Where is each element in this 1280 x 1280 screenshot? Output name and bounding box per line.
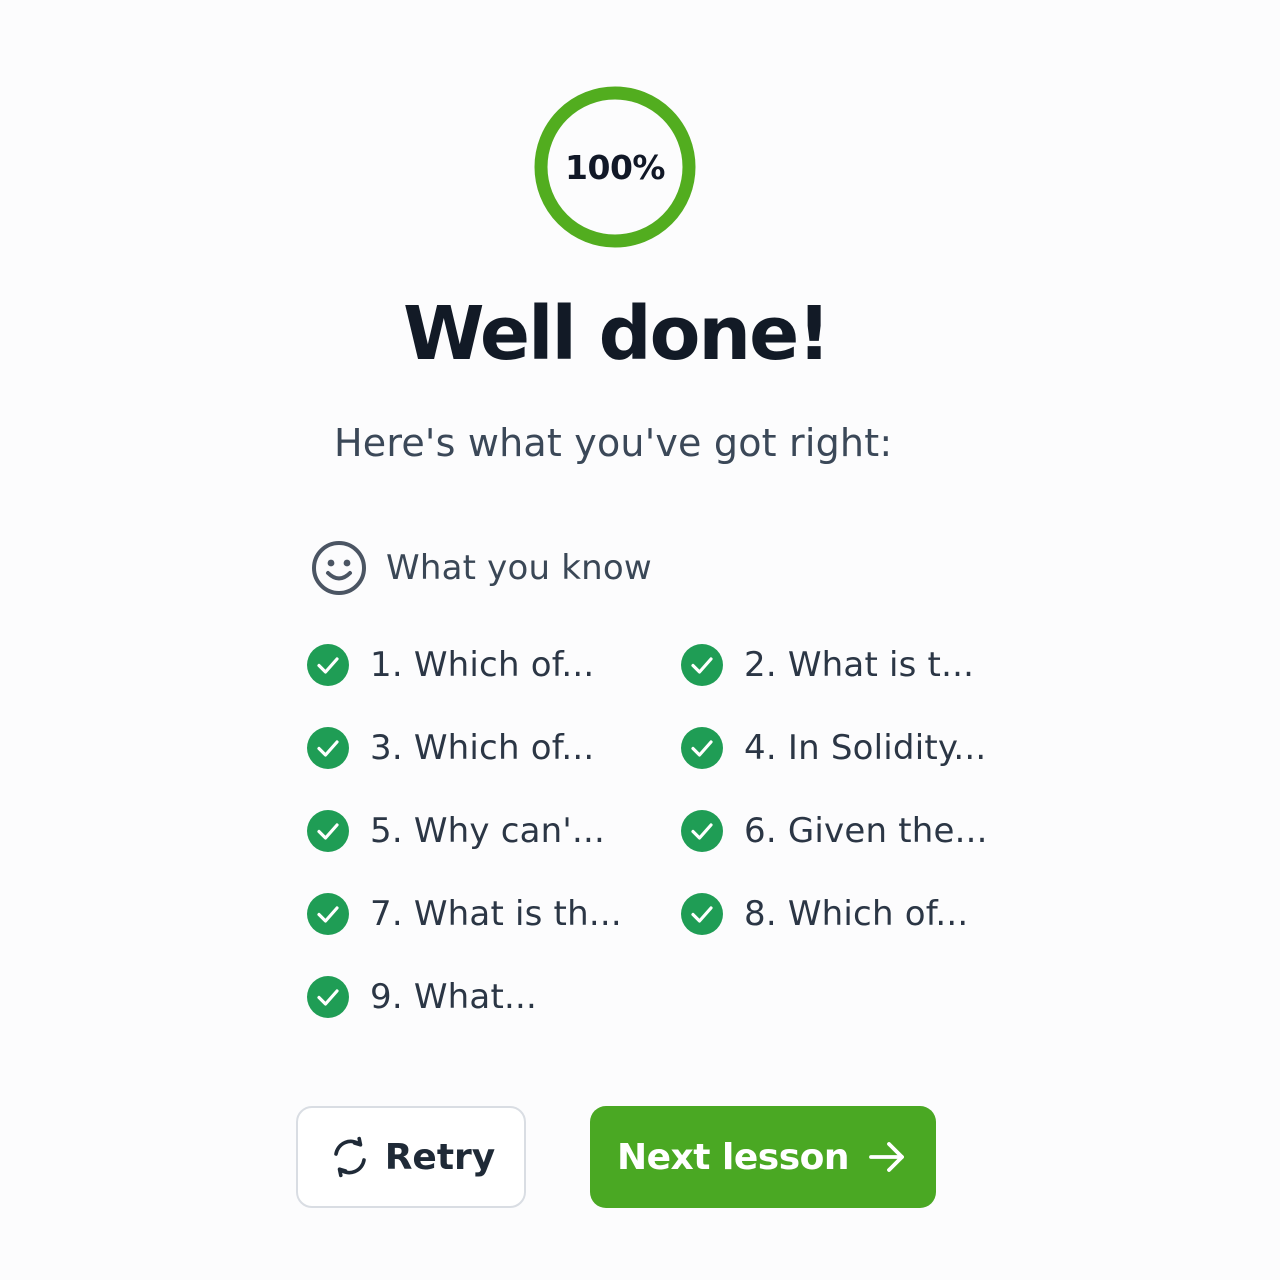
list-item[interactable]: 2. What is t...: [680, 640, 974, 690]
list-item-label: 3. Which of...: [370, 728, 595, 768]
list-item-label: 2. What is t...: [744, 645, 975, 685]
refresh-icon: [333, 1136, 366, 1178]
score-ring: 100%: [532, 84, 698, 250]
check-circle-icon: [307, 727, 349, 769]
quiz-result-page: 100% Well done! Here's what you've got r…: [0, 0, 1280, 1280]
check-circle-icon: [307, 976, 349, 1018]
page-subtitle: Here's what you've got right:: [334, 421, 893, 465]
page-title: Well done!: [402, 291, 831, 377]
list-item[interactable]: 1. Which of...: [306, 640, 594, 690]
check-circle-icon: [681, 727, 723, 769]
retry-button-label: Retry: [384, 1136, 496, 1178]
arrow-right-icon: [869, 1142, 904, 1172]
check-circle-icon: [307, 810, 349, 852]
check-circle-icon: [307, 893, 349, 935]
list-item-label: 7. What is th...: [370, 894, 622, 934]
list-item[interactable]: 7. What is th...: [306, 889, 622, 939]
smile-icon: [312, 541, 366, 595]
check-circle-icon: [681, 644, 723, 686]
list-item-label: 5. Why can'...: [370, 811, 605, 851]
list-item[interactable]: 8. Which of...: [680, 889, 968, 939]
retry-button[interactable]: Retry: [296, 1106, 526, 1208]
list-item[interactable]: 6. Given the...: [680, 806, 988, 856]
next-lesson-button-label: Next lesson: [617, 1136, 849, 1178]
next-lesson-button[interactable]: Next lesson: [590, 1106, 936, 1208]
check-circle-icon: [681, 893, 723, 935]
list-item-label: 6. Given the...: [744, 811, 988, 851]
list-item-label: 9. What...: [370, 977, 538, 1017]
list-item[interactable]: 4. In Solidity...: [680, 723, 986, 773]
list-item-label: 8. Which of...: [744, 894, 969, 934]
score-percent: 100%: [565, 147, 665, 187]
section-label: What you know: [386, 548, 652, 588]
list-item-label: 1. Which of...: [370, 645, 595, 685]
section-header: What you know: [310, 538, 652, 598]
list-item[interactable]: 5. Why can'...: [306, 806, 605, 856]
check-circle-icon: [307, 644, 349, 686]
list-item-label: 4. In Solidity...: [744, 728, 987, 768]
list-item[interactable]: 9. What...: [306, 972, 537, 1022]
list-item[interactable]: 3. Which of...: [306, 723, 594, 773]
check-circle-icon: [681, 810, 723, 852]
